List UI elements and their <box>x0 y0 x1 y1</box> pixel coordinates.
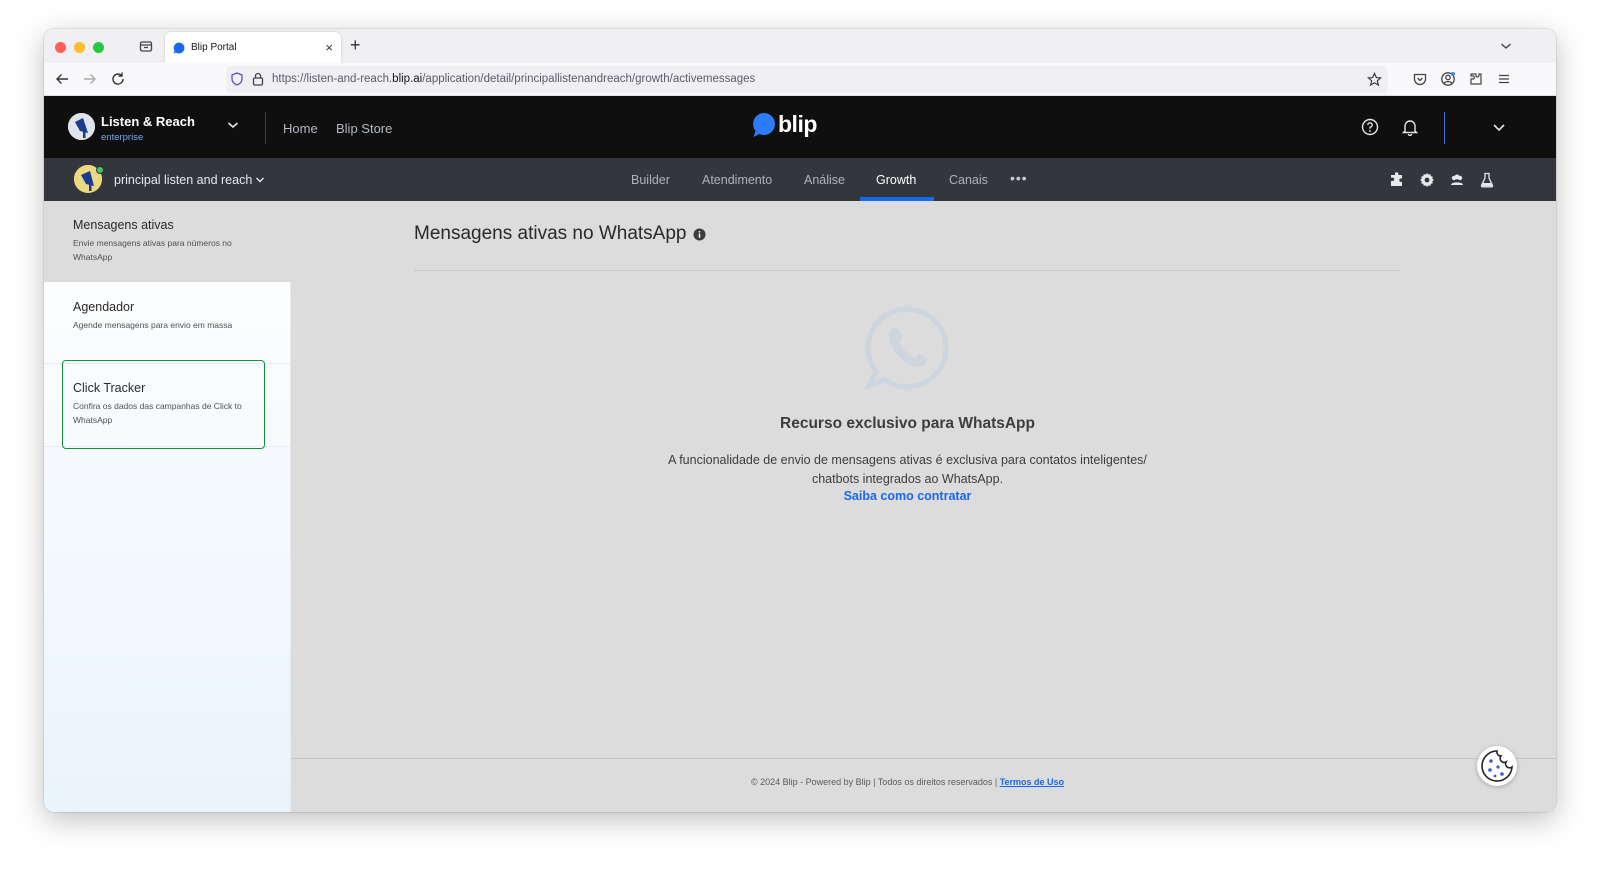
sidebar-item-desc: Agende mensagens para envio em massa <box>73 320 233 330</box>
reload-icon[interactable] <box>110 71 126 87</box>
new-tab-button[interactable]: + <box>350 36 361 54</box>
tab-analise[interactable]: Análise <box>804 173 845 187</box>
org-plan: enterprise <box>101 132 144 143</box>
more-tabs-icon[interactable]: ••• <box>1010 170 1028 186</box>
account-icon[interactable] <box>1440 71 1456 87</box>
page-title-text: Mensagens ativas no WhatsApp <box>414 223 687 244</box>
user-menu-chevron-icon[interactable] <box>1490 118 1508 136</box>
bot-switcher-chevron-icon[interactable] <box>255 176 265 184</box>
pocket-icon[interactable] <box>1412 71 1428 87</box>
sidebar-item-desc: Envie mensagens ativas para números no W… <box>73 238 232 262</box>
blip-store-link[interactable]: Blip Store <box>336 121 392 136</box>
lock-icon[interactable] <box>252 72 264 86</box>
blip-logo-text: blip <box>778 111 817 137</box>
bot-name[interactable]: principal listen and reach <box>114 173 252 187</box>
back-arrow-icon[interactable] <box>54 71 70 87</box>
url-text: https://listen-and-reach.blip.ai/applica… <box>272 73 756 85</box>
shield-icon[interactable] <box>230 72 244 86</box>
sidebar-item-title: Mensagens ativas <box>73 218 174 232</box>
empty-state-title: Recurso exclusivo para WhatsApp <box>780 415 1035 432</box>
empty-desc-line: A funcionalidade de envio de mensagens a… <box>668 453 1147 467</box>
minimize-window-button[interactable] <box>74 42 85 53</box>
help-icon[interactable] <box>1361 118 1379 136</box>
browser-tab[interactable]: Blip Portal × <box>165 32 341 63</box>
whatsapp-icon <box>864 306 949 391</box>
main-content: Mensagens ativas no WhatsApp Recurso exc… <box>291 201 1556 812</box>
focus-outline <box>62 360 265 449</box>
menu-icon[interactable] <box>1496 71 1512 87</box>
sidebar-item-agendador[interactable]: Agendador Agende mensagens para envio em… <box>44 283 291 363</box>
empty-state-description: A funcionalidade de envio de mensagens a… <box>291 451 1524 489</box>
user-divider <box>1444 112 1445 144</box>
settings-gear-icon[interactable] <box>1419 172 1435 188</box>
cookie-icon <box>1481 750 1513 782</box>
home-link[interactable]: Home <box>283 121 318 136</box>
org-name[interactable]: Listen & Reach <box>101 114 195 129</box>
bot-status-indicator <box>96 166 104 174</box>
tab-list-icon[interactable] <box>138 38 154 54</box>
close-tab-icon[interactable]: × <box>325 41 333 54</box>
tab-title: Blip Portal <box>191 42 237 53</box>
terms-of-use-link[interactable]: Termos de Uso <box>1000 777 1064 787</box>
browser-tabstrip: Blip Portal × + <box>44 29 1556 63</box>
blip-favicon-icon <box>173 42 185 53</box>
top-header: Listen & Reach enterprise Home Blip Stor… <box>44 96 1556 158</box>
footer-text: © 2024 Blip - Powered by Blip | Todos os… <box>750 777 1065 787</box>
sidebar-item-mensagens-ativas[interactable]: Mensagens ativas Envie mensagens ativas … <box>44 201 291 282</box>
tab-atendimento[interactable]: Atendimento <box>702 173 772 187</box>
browser-window: Blip Portal × + https://listen-and-reach… <box>44 29 1556 812</box>
lab-flask-icon[interactable] <box>1479 172 1495 188</box>
tab-growth[interactable]: Growth <box>876 173 916 187</box>
extensions-puzzle-icon[interactable] <box>1389 172 1405 188</box>
address-bar[interactable]: https://listen-and-reach.blip.ai/applica… <box>226 66 1388 93</box>
footer: © 2024 Blip - Powered by Blip | Todos os… <box>291 758 1556 812</box>
tab-canais[interactable]: Canais <box>949 173 988 187</box>
team-users-icon[interactable] <box>1449 172 1465 188</box>
blip-logo-icon <box>753 112 775 137</box>
close-window-button[interactable] <box>55 42 66 53</box>
browser-navbar: https://listen-and-reach.blip.ai/applica… <box>44 63 1556 96</box>
maximize-window-button[interactable] <box>93 42 104 53</box>
learn-how-to-hire-link[interactable]: Saiba como contratar <box>291 489 1524 503</box>
blip-logo[interactable]: blip <box>752 111 817 138</box>
empty-desc-line: chatbots integrados ao WhatsApp. <box>811 472 1004 486</box>
blip-app: Listen & Reach enterprise Home Blip Stor… <box>44 96 1556 812</box>
extensions-icon[interactable] <box>1468 71 1484 87</box>
page-title: Mensagens ativas no WhatsApp <box>414 223 706 245</box>
title-divider <box>414 270 1400 271</box>
forward-arrow-icon[interactable] <box>82 71 98 87</box>
bookmark-star-icon[interactable] <box>1367 72 1382 87</box>
cookie-settings-button[interactable] <box>1477 746 1517 786</box>
sidebar-item-title: Agendador <box>73 300 135 314</box>
header-divider <box>265 112 266 144</box>
notification-bell-icon[interactable] <box>1401 118 1419 136</box>
info-icon[interactable] <box>693 228 706 241</box>
growth-sidebar: Mensagens ativas Envie mensagens ativas … <box>44 201 291 812</box>
org-switcher-chevron-icon[interactable] <box>227 120 239 130</box>
list-all-tabs-icon[interactable] <box>1500 41 1512 51</box>
tab-builder[interactable]: Builder <box>631 173 670 187</box>
org-avatar[interactable] <box>68 113 95 140</box>
bot-subnav: principal listen and reach Builder Atend… <box>44 158 1556 201</box>
